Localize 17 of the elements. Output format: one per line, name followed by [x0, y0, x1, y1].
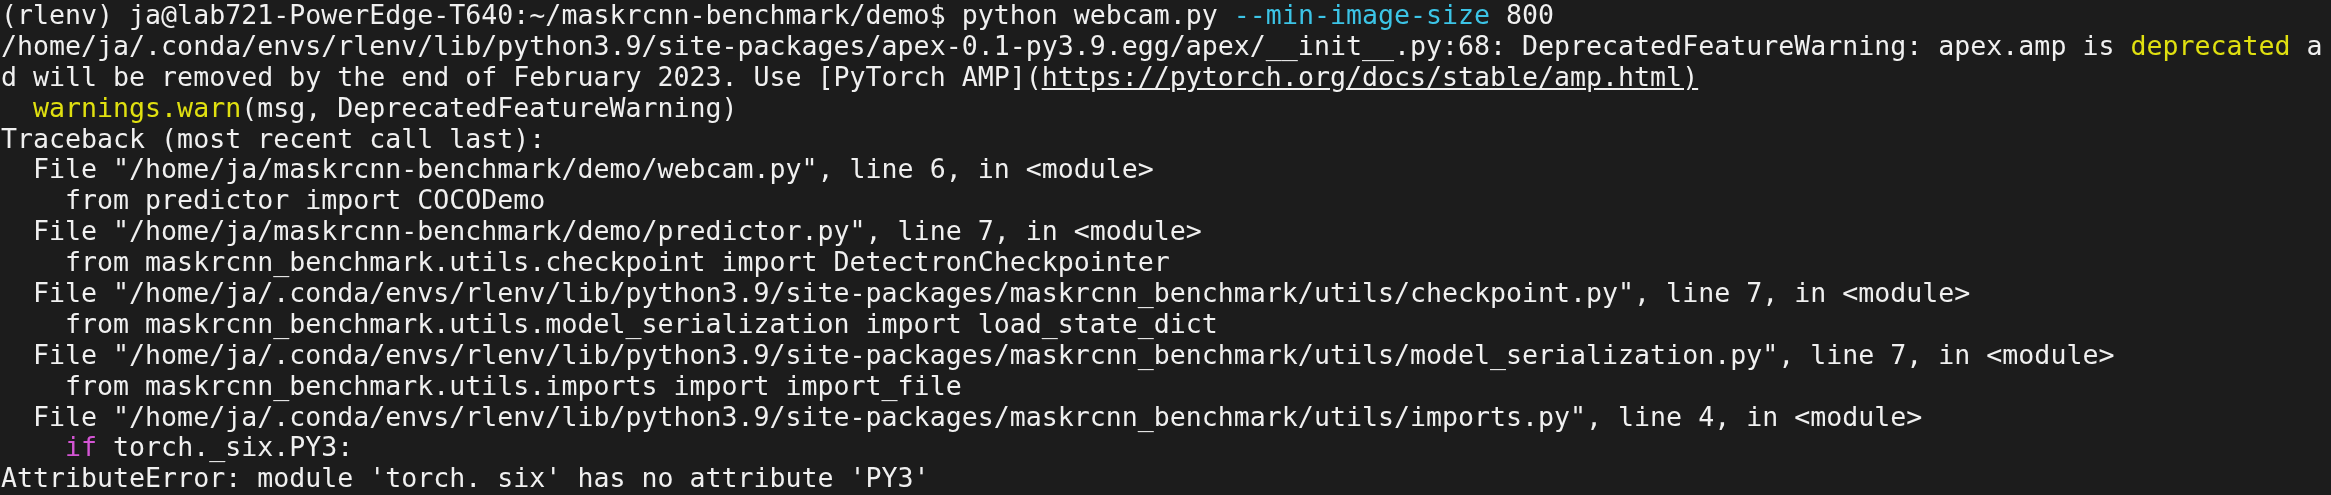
terminal-line: from maskrcnn_benchmark.utils.imports import import_file: [64, 370, 962, 402]
terminal-line: (rlenv) ja@lab721-PowerEdge-T640:~/maskrcnn-benchmark/demo$ python webcam.py --min-image-size 800: [1, 0, 1555, 31]
terminal-line: if torch._six.PY3:: [64, 432, 354, 464]
terminal-line: File "/home/ja/maskrcnn-benchmark/demo/predictor.py", line 7, in <module>: [32, 216, 1202, 248]
terminal-line: from maskrcnn_benchmark.utils.model_serialization import load_state_dict: [64, 308, 1218, 340]
terminal-line: d will be removed by the end of February 2023. Use [PyTorch AMP](https://pytorch.org/docs/stable/amp.html): [1, 61, 1699, 93]
terminal-line: File "/home/ja/.conda/envs/rlenv/lib/python3.9/site-packages/maskrcnn_benchmark/utils/checkpoint.py", line 7, in <module>: [32, 278, 1971, 309]
terminal-line: Traceback (most recent call last):: [1, 123, 546, 155]
terminal-line: AttributeError: module 'torch. six' has no attribute 'PY3': [1, 463, 930, 495]
link[interactable]: https://pytorch.org/docs/stable/amp.html): [1041, 60, 1699, 92]
terminal-line: from maskrcnn_benchmark.utils.checkpoint import DetectronCheckpointer: [64, 247, 1170, 278]
terminal-line: File "/home/ja/maskrcnn-benchmark/demo/webcam.py", line 6, in <module>: [32, 154, 1154, 186]
terminal-line: from predictor import COCODemo: [64, 185, 546, 217]
terminal-line: File "/home/ja/.conda/envs/rlenv/lib/python3.9/site-packages/maskrcnn_benchmark/utils/model_serialization.py", line 7, in <module>: [32, 339, 2115, 371]
terminal-line: /home/ja/.conda/envs/rlenv/lib/python3.9/site-packages/apex-0.1-py3.9.egg/apex/__init__.py:68: DeprecatedFeatureWarning: apex.amp is deprecated a: [1, 30, 2323, 62]
terminal-line: File "/home/ja/.conda/envs/rlenv/lib/python3.9/site-packages/maskrcnn_benchmark/utils/imports.py", line 4, in <module>: [32, 401, 1923, 433]
terminal-line: warnings.warn(msg, DeprecatedFeatureWarning): [32, 92, 738, 124]
